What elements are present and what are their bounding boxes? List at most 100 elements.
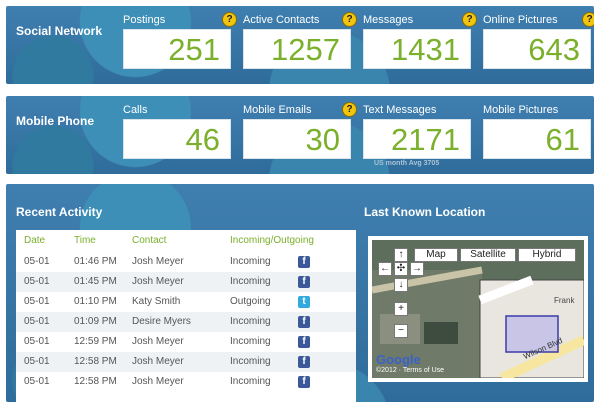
cell-date: 05-01 bbox=[24, 256, 50, 267]
stat-postings: Postings 251 ? bbox=[123, 12, 237, 69]
help-icon[interactable]: ? bbox=[462, 12, 477, 27]
facebook-icon: f bbox=[298, 316, 310, 328]
stat-label: Postings bbox=[123, 14, 166, 26]
panel-title: Mobile Phone bbox=[16, 114, 94, 128]
col-time: Time bbox=[74, 235, 96, 246]
table-row[interactable]: 05-01 12:58 PM Josh Meyer Incoming f bbox=[16, 352, 356, 372]
cell-date: 05-01 bbox=[24, 336, 50, 347]
cell-time: 01:09 PM bbox=[74, 316, 117, 327]
twitter-icon: t bbox=[298, 296, 310, 308]
facebook-icon: f bbox=[298, 376, 310, 388]
pan-up-button[interactable]: ↑ bbox=[394, 248, 408, 262]
stat-mobile-emails: Mobile Emails 30 ? bbox=[243, 102, 357, 159]
cell-time: 12:59 PM bbox=[74, 336, 117, 347]
stat-label: Calls bbox=[123, 104, 148, 116]
map-copyright: ©2012 · Terms of Use bbox=[376, 367, 445, 374]
cell-date: 05-01 bbox=[24, 296, 50, 307]
col-date: Date bbox=[24, 235, 46, 246]
table-row[interactable]: 05-01 12:59 PM Josh Meyer Incoming f bbox=[16, 332, 356, 352]
table-row[interactable]: 05-01 12:58 PM Josh Meyer Incoming f bbox=[16, 372, 356, 392]
stat-value: 46 bbox=[123, 119, 231, 159]
stat-value: 643 bbox=[483, 29, 591, 69]
cell-direction: Incoming bbox=[230, 336, 271, 347]
cell-contact: Katy Smith bbox=[132, 296, 181, 307]
stat-value: 30 bbox=[243, 119, 351, 159]
cell-date: 05-01 bbox=[24, 376, 50, 387]
stat-label: Text Messages bbox=[363, 104, 437, 116]
cell-time: 01:45 PM bbox=[74, 276, 117, 287]
pan-center-button[interactable]: ✣ bbox=[394, 262, 408, 276]
google-logo: Google bbox=[376, 352, 421, 367]
stat-value: 1431 bbox=[363, 29, 471, 69]
facebook-icon: f bbox=[298, 336, 310, 348]
help-icon[interactable]: ? bbox=[342, 12, 357, 27]
help-icon[interactable]: ? bbox=[222, 12, 237, 27]
stat-value: 1257 bbox=[243, 29, 351, 69]
pan-right-button[interactable]: → bbox=[410, 262, 424, 276]
table-row[interactable]: 05-01 01:10 PM Katy Smith Outgoing t bbox=[16, 292, 356, 312]
panel-title: Social Network bbox=[16, 24, 103, 38]
help-icon[interactable]: ? bbox=[582, 12, 594, 27]
location-title: Last Known Location bbox=[364, 205, 486, 219]
cell-time: 12:58 PM bbox=[74, 356, 117, 367]
cell-direction: Incoming bbox=[230, 376, 271, 387]
stat-value: 2171 bbox=[363, 119, 471, 159]
cell-contact: Josh Meyer bbox=[132, 356, 184, 367]
stat-text-messages: Text Messages 2171 bbox=[363, 103, 471, 159]
stat-mobile-pictures: Mobile Pictures 61 bbox=[483, 103, 591, 159]
stat-value: 61 bbox=[483, 119, 591, 159]
pan-down-button[interactable]: ↓ bbox=[394, 278, 408, 292]
cell-direction: Incoming bbox=[230, 276, 271, 287]
cell-time: 01:10 PM bbox=[74, 296, 117, 307]
table-row[interactable]: 05-01 01:46 PM Josh Meyer Incoming f bbox=[16, 252, 356, 272]
table-row[interactable]: 05-01 01:09 PM Desire Myers Incoming f bbox=[16, 312, 356, 332]
stat-value: 251 bbox=[123, 29, 231, 69]
map-type-satellite[interactable]: Satellite bbox=[460, 248, 516, 262]
zoom-out-button[interactable]: − bbox=[394, 324, 408, 338]
stat-online-pictures: Online Pictures 643 ? bbox=[483, 12, 594, 69]
cell-date: 05-01 bbox=[24, 356, 50, 367]
facebook-icon: f bbox=[298, 356, 310, 368]
cell-date: 05-01 bbox=[24, 276, 50, 287]
cell-time: 01:46 PM bbox=[74, 256, 117, 267]
map-viewport[interactable]: ↑ ← ✣ → ↓ + − Map Satellite Hybrid Frank… bbox=[372, 240, 584, 378]
col-direction: Incoming/Outgoing bbox=[230, 235, 314, 246]
zoom-in-button[interactable]: + bbox=[394, 302, 408, 316]
table-body: 05-01 01:46 PM Josh Meyer Incoming f 05-… bbox=[16, 252, 356, 392]
pan-left-button[interactable]: ← bbox=[378, 262, 392, 276]
location-map[interactable]: ↑ ← ✣ → ↓ + − Map Satellite Hybrid Frank… bbox=[368, 236, 588, 382]
cell-contact: Josh Meyer bbox=[132, 276, 184, 287]
cell-direction: Outgoing bbox=[230, 296, 271, 307]
stat-active-contacts: Active Contacts 1257 ? bbox=[243, 12, 357, 69]
cell-direction: Incoming bbox=[230, 316, 271, 327]
help-icon[interactable]: ? bbox=[342, 102, 357, 117]
mobile-phone-panel: Mobile Phone Calls 46 Mobile Emails 30 ?… bbox=[6, 96, 594, 174]
stat-label: Mobile Pictures bbox=[483, 104, 559, 116]
table-row[interactable]: 05-01 01:45 PM Josh Meyer Incoming f bbox=[16, 272, 356, 292]
map-type-map[interactable]: Map bbox=[414, 248, 458, 262]
facebook-icon: f bbox=[298, 256, 310, 268]
stat-calls: Calls 46 bbox=[123, 103, 231, 159]
cell-direction: Incoming bbox=[230, 256, 271, 267]
cell-direction: Incoming bbox=[230, 356, 271, 367]
cell-date: 05-01 bbox=[24, 316, 50, 327]
map-type-hybrid[interactable]: Hybrid bbox=[518, 248, 576, 262]
street-label: Frank bbox=[554, 296, 575, 305]
col-contact: Contact bbox=[132, 235, 167, 246]
stat-label: Active Contacts bbox=[243, 14, 320, 26]
facebook-icon: f bbox=[298, 276, 310, 288]
cell-time: 12:58 PM bbox=[74, 376, 117, 387]
cell-contact: Josh Meyer bbox=[132, 256, 184, 267]
activity-table: Date Time Contact Incoming/Outgoing 05-0… bbox=[16, 230, 356, 402]
activity-location-panel: Recent Activity Last Known Location Date… bbox=[6, 184, 594, 402]
cell-contact: Desire Myers bbox=[132, 316, 191, 327]
stat-label: Online Pictures bbox=[483, 14, 558, 26]
stat-label: Messages bbox=[363, 14, 414, 26]
cell-contact: Josh Meyer bbox=[132, 376, 184, 387]
table-header: Date Time Contact Incoming/Outgoing bbox=[16, 230, 356, 252]
recent-activity-title: Recent Activity bbox=[16, 205, 103, 219]
stat-label: Mobile Emails bbox=[243, 104, 312, 116]
text-avg-note: US month Avg 3705 bbox=[374, 160, 440, 167]
cell-contact: Josh Meyer bbox=[132, 336, 184, 347]
social-network-panel: Social Network Postings 251 ? Active Con… bbox=[6, 6, 594, 84]
